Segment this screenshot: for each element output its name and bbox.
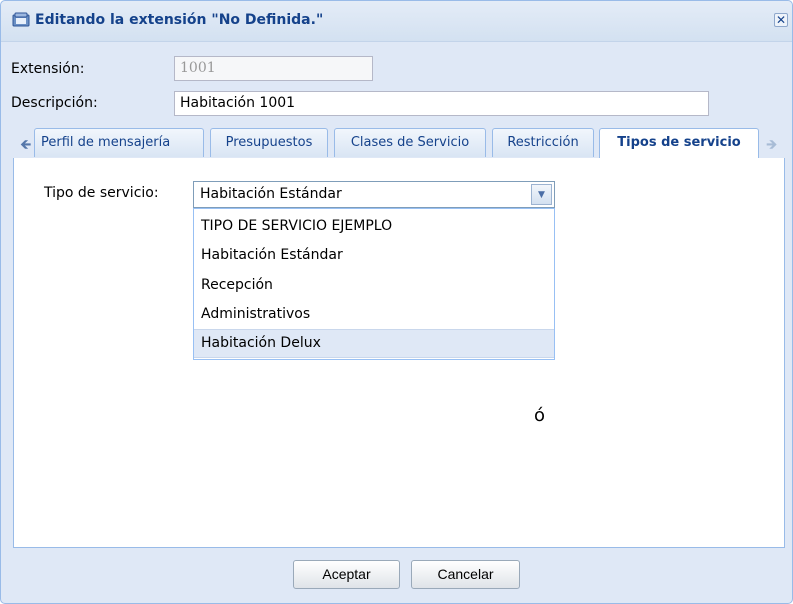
close-icon: ✕	[775, 13, 787, 27]
extension-field: 1001	[174, 56, 373, 81]
dropdown-option[interactable]: Administrativos	[194, 300, 554, 329]
service-type-value: Habitación Estándar	[200, 186, 342, 202]
stray-character: ó	[534, 405, 546, 426]
service-type-label: Tipo de servicio:	[44, 185, 159, 201]
close-button[interactable]: ✕	[774, 13, 788, 27]
tab-perfil-mensajeria[interactable]: Perfil de mensajería	[34, 128, 204, 157]
dropdown-option-highlighted[interactable]: Habitación Delux	[194, 329, 554, 358]
tab-tipos-servicio[interactable]: Tipos de servicio	[599, 128, 759, 159]
description-field[interactable]: Habitación 1001	[174, 91, 709, 116]
window-titlebar[interactable]: Editando la extensión "No Definida." ✕	[1, 1, 792, 42]
tab-restriccion[interactable]: Restricción	[492, 128, 594, 157]
tab-clases-servicio[interactable]: Clases de Servicio	[334, 128, 486, 157]
chevron-down-icon[interactable]: ▼	[531, 184, 552, 205]
cancel-button[interactable]: Cancelar	[411, 560, 520, 589]
dropdown-option[interactable]: Habitación Estándar	[194, 241, 554, 270]
arrow-left-icon[interactable]: 🡸	[20, 134, 31, 158]
dropdown-option[interactable]: Recepción	[194, 271, 554, 300]
window-title: Editando la extensión "No Definida."	[35, 12, 324, 28]
description-label: Descripción:	[11, 95, 98, 111]
description-value: Habitación 1001	[180, 95, 296, 111]
service-type-dropdown: TIPO DE SERVICIO EJEMPLO Habitación Está…	[193, 208, 555, 360]
extension-value: 1001	[180, 60, 216, 76]
arrow-right-icon[interactable]: 🡺	[766, 134, 777, 158]
phone-icon	[12, 12, 30, 27]
accept-button[interactable]: Aceptar	[293, 560, 400, 589]
extension-label: Extensión:	[11, 61, 85, 77]
service-type-combobox[interactable]: Habitación Estándar ▼	[193, 181, 555, 208]
tab-presupuestos[interactable]: Presupuestos	[210, 128, 328, 157]
dropdown-option[interactable]: TIPO DE SERVICIO EJEMPLO	[194, 212, 554, 241]
